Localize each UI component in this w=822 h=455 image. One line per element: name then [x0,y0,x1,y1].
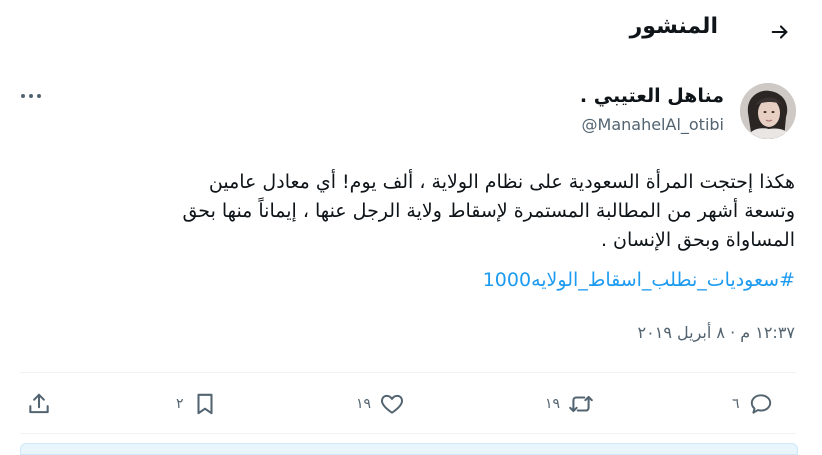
bookmark-count: ٢ [176,396,184,412]
display-name[interactable]: مناهل العتيبي . [580,85,724,107]
like-button[interactable]: ١٩ [356,386,405,422]
heart-icon [381,394,404,414]
tweet-line-3: المساواة وبحق الإنسان . [600,229,795,251]
reply-icon [750,394,771,414]
share-icon [29,393,49,414]
reply-button[interactable]: ٦ [732,386,774,422]
reply-composer-bar[interactable] [20,443,798,455]
timestamp-link[interactable]: ١٢:٣٧ م · ٨ أبريل ٢٠١٩ [638,323,795,342]
back-button[interactable] [762,14,798,50]
reply-count: ٦ [732,396,740,412]
user-handle[interactable]: @ManahelAl_otibi [582,115,724,134]
bookmark-icon [197,393,213,415]
more-options-button[interactable] [16,84,46,108]
tweet-text: هكذا إحتجت المرأة السعودية على نظام الول… [15,168,795,255]
top-bar: المنشور [0,0,822,62]
arrow-right-icon [771,25,788,39]
avatar[interactable] [740,83,796,139]
share-button[interactable] [26,386,52,422]
tweet-line-1: هكذا إحتجت المرأة السعودية على نظام الول… [208,171,795,193]
retweet-button[interactable]: ١٩ [545,386,594,422]
user-avatar-icon [740,83,796,139]
page-title: المنشور [629,14,718,39]
more-horizontal-icon [21,94,41,98]
bookmark-button[interactable]: ٢ [176,386,218,422]
retweet-icon [569,395,593,413]
tweet-line-2: وتسعة أشهر من المطالبة المستمرة لإسقاط و… [182,200,795,222]
divider [20,372,796,373]
retweet-count: ١٩ [545,396,561,412]
divider [20,433,796,434]
like-count: ١٩ [356,396,372,412]
hashtag-link[interactable]: #سعوديات_نطلب_اسقاط_الولايه1000 [483,269,795,291]
